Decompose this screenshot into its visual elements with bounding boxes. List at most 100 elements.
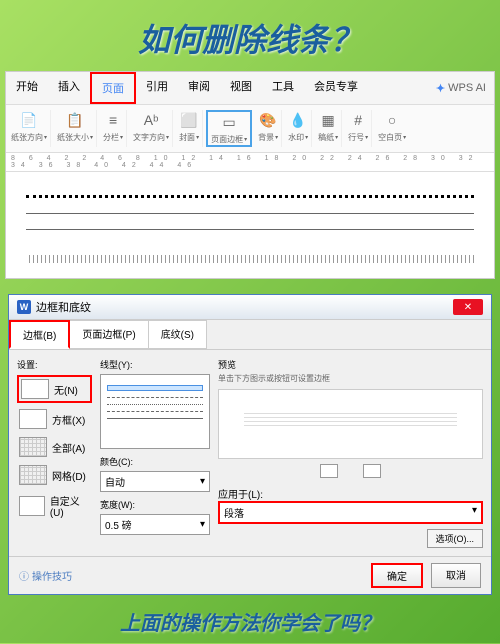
line-style-label: 线型(Y):	[100, 358, 210, 371]
setting-preview-icon	[19, 409, 47, 429]
tab-shading[interactable]: 底纹(S)	[148, 320, 207, 349]
ribbon-icon: #	[348, 110, 368, 130]
chevron-down-icon: ▾	[472, 505, 477, 520]
chevron-down-icon: ▾	[200, 476, 205, 487]
ribbon-行号[interactable]: # 行号▾	[345, 110, 372, 147]
menu-insert[interactable]: 插入	[48, 72, 90, 104]
menu-review[interactable]: 审阅	[178, 72, 220, 104]
ok-button[interactable]: 确定	[371, 563, 423, 588]
ribbon-icon: Aᵇ	[141, 110, 161, 130]
menu-tools[interactable]: 工具	[262, 72, 304, 104]
ribbon-文字方向[interactable]: Aᵇ 文字方向▾	[130, 110, 173, 147]
setting-label: 自定义(U)	[50, 493, 90, 519]
ribbon-label: 行号▾	[348, 132, 368, 143]
solid-line-2	[26, 229, 474, 230]
color-combo[interactable]: 自动▾	[100, 471, 210, 492]
line-style-list[interactable]	[100, 374, 210, 449]
preview-panel: 预览 单击下方图示或按钮可设置边框 应用于(L): 段落▾ 选项(O)...	[218, 358, 483, 548]
wps-icon: W	[17, 300, 31, 314]
wps-ai-badge[interactable]: ✦WPS AI	[428, 72, 494, 104]
menu-page[interactable]: 页面	[90, 72, 136, 104]
apply-to-label: 应用于(L):	[218, 486, 263, 501]
ribbon-分栏[interactable]: ≡ 分栏▾	[100, 110, 127, 147]
ribbon-空白页[interactable]: ○ 空白页▾	[375, 110, 409, 147]
ribbon-label: 稿纸▾	[318, 132, 338, 143]
setting-label: 方框(X)	[52, 412, 85, 427]
ribbon-label: 文字方向▾	[133, 132, 169, 143]
ribbon-纸张方向[interactable]: 📄纸张方向▾	[8, 110, 51, 147]
ribbon-label: 空白页▾	[378, 132, 406, 143]
preview-label: 预览	[218, 358, 483, 371]
ribbon-icon: ▭	[219, 112, 239, 132]
ribbon-toolbar: 📄纸张方向▾📋纸张大小▾ ≡ 分栏▾ Aᵇ 文字方向▾ ⬜封面▾ ▭ 页面边框▾ 🎨 背景▾ 💧 水印…	[6, 105, 494, 153]
ruler: 8 6 4 2 2 4 6 8 10 12 14 16 18 20 22 24 …	[6, 153, 494, 172]
footer-caption: 上面的操作方法你学会了吗？	[0, 595, 500, 644]
dialog-title-text: 边框和底纹	[36, 299, 91, 315]
setting-label: 全部(A)	[52, 440, 85, 455]
info-icon: ⓘ	[19, 568, 29, 583]
setting-preview-icon	[19, 496, 45, 516]
border-top-button[interactable]	[320, 464, 338, 478]
ribbon-纸张大小[interactable]: 📋纸张大小▾	[54, 110, 97, 147]
dotted-line	[26, 195, 474, 198]
ribbon-icon: ≡	[103, 110, 123, 130]
ribbon-label: 水印▾	[288, 132, 308, 143]
close-icon[interactable]: ✕	[453, 299, 483, 315]
settings-label: 设置:	[17, 358, 92, 371]
setting-方框(X)[interactable]: 方框(X)	[17, 407, 92, 431]
tab-border[interactable]: 边框(B)	[9, 320, 70, 349]
borders-dialog: W 边框和底纹 ✕ 边框(B) 页面边框(P) 底纹(S) 设置: 无(N) 方框…	[8, 294, 492, 595]
preview-box[interactable]	[218, 389, 483, 459]
ribbon-背景[interactable]: 🎨 背景▾	[255, 110, 282, 147]
setting-无(N)[interactable]: 无(N)	[17, 375, 92, 403]
page-title: 如何删除线条？	[0, 0, 500, 71]
ribbon-label: 背景▾	[258, 132, 278, 143]
color-label: 颜色(C):	[100, 455, 210, 468]
setting-全部(A)[interactable]: 全部(A)	[17, 435, 92, 459]
ribbon-icon: 🎨	[258, 110, 278, 130]
ribbon-icon: 📄	[19, 110, 39, 130]
wps-window: 开始 插入 页面 引用 审阅 视图 工具 会员专享 ✦WPS AI 📄纸张方向▾…	[5, 71, 495, 279]
ribbon-label: 页面边框▾	[211, 134, 247, 145]
ribbon-封面[interactable]: ⬜封面▾	[176, 110, 203, 147]
ribbon-icon: 💧	[288, 110, 308, 130]
dialog-footer: ⓘ操作技巧 确定 取消	[9, 556, 491, 594]
preview-buttons	[218, 464, 483, 478]
ribbon-label: 分栏▾	[103, 132, 123, 143]
ribbon-稿纸[interactable]: ▦ 稿纸▾	[315, 110, 342, 147]
ribbon-label: 封面▾	[179, 132, 199, 143]
width-combo[interactable]: 0.5 磅▾	[100, 514, 210, 535]
menu-member[interactable]: 会员专享	[304, 72, 368, 104]
dialog-body: 设置: 无(N) 方框(X) 全部(A) 网格(D) 自定义(U) 线型(Y): 颜色(…	[9, 350, 491, 556]
ribbon-icon: ▦	[318, 110, 338, 130]
dialog-tabs: 边框(B) 页面边框(P) 底纹(S)	[9, 320, 491, 350]
ribbon-icon: 📋	[65, 110, 85, 130]
menu-start[interactable]: 开始	[6, 72, 48, 104]
border-bottom-button[interactable]	[363, 464, 381, 478]
options-button[interactable]: 选项(O)...	[427, 529, 484, 548]
chevron-down-icon: ▾	[200, 519, 205, 530]
preview-hint: 单击下方图示或按钮可设置边框	[218, 373, 483, 384]
solid-line-1	[26, 213, 474, 214]
setting-自定义(U)[interactable]: 自定义(U)	[17, 491, 92, 521]
dialog-titlebar: W 边框和底纹 ✕	[9, 295, 491, 320]
document-area[interactable]	[6, 172, 494, 278]
settings-panel: 设置: 无(N) 方框(X) 全部(A) 网格(D) 自定义(U)	[17, 358, 92, 548]
tips-link[interactable]: ⓘ操作技巧	[19, 568, 72, 583]
setting-label: 网格(D)	[52, 468, 86, 483]
tab-page-border[interactable]: 页面边框(P)	[69, 320, 148, 349]
cancel-button[interactable]: 取消	[431, 563, 481, 588]
setting-preview-icon	[19, 465, 47, 485]
setting-label: 无(N)	[54, 382, 78, 397]
setting-网格(D)[interactable]: 网格(D)	[17, 463, 92, 487]
apply-to-combo[interactable]: 段落▾	[218, 501, 483, 524]
setting-preview-icon	[21, 379, 49, 399]
menu-bar: 开始 插入 页面 引用 审阅 视图 工具 会员专享 ✦WPS AI	[6, 72, 494, 105]
ribbon-icon: ○	[382, 110, 402, 130]
menu-view[interactable]: 视图	[220, 72, 262, 104]
ribbon-页面边框[interactable]: ▭ 页面边框▾	[206, 110, 252, 147]
ribbon-水印[interactable]: 💧 水印▾	[285, 110, 312, 147]
style-panel: 线型(Y): 颜色(C): 自动▾ 宽度(W): 0.5 磅▾	[100, 358, 210, 548]
ai-icon: ✦	[436, 82, 445, 95]
menu-reference[interactable]: 引用	[136, 72, 178, 104]
